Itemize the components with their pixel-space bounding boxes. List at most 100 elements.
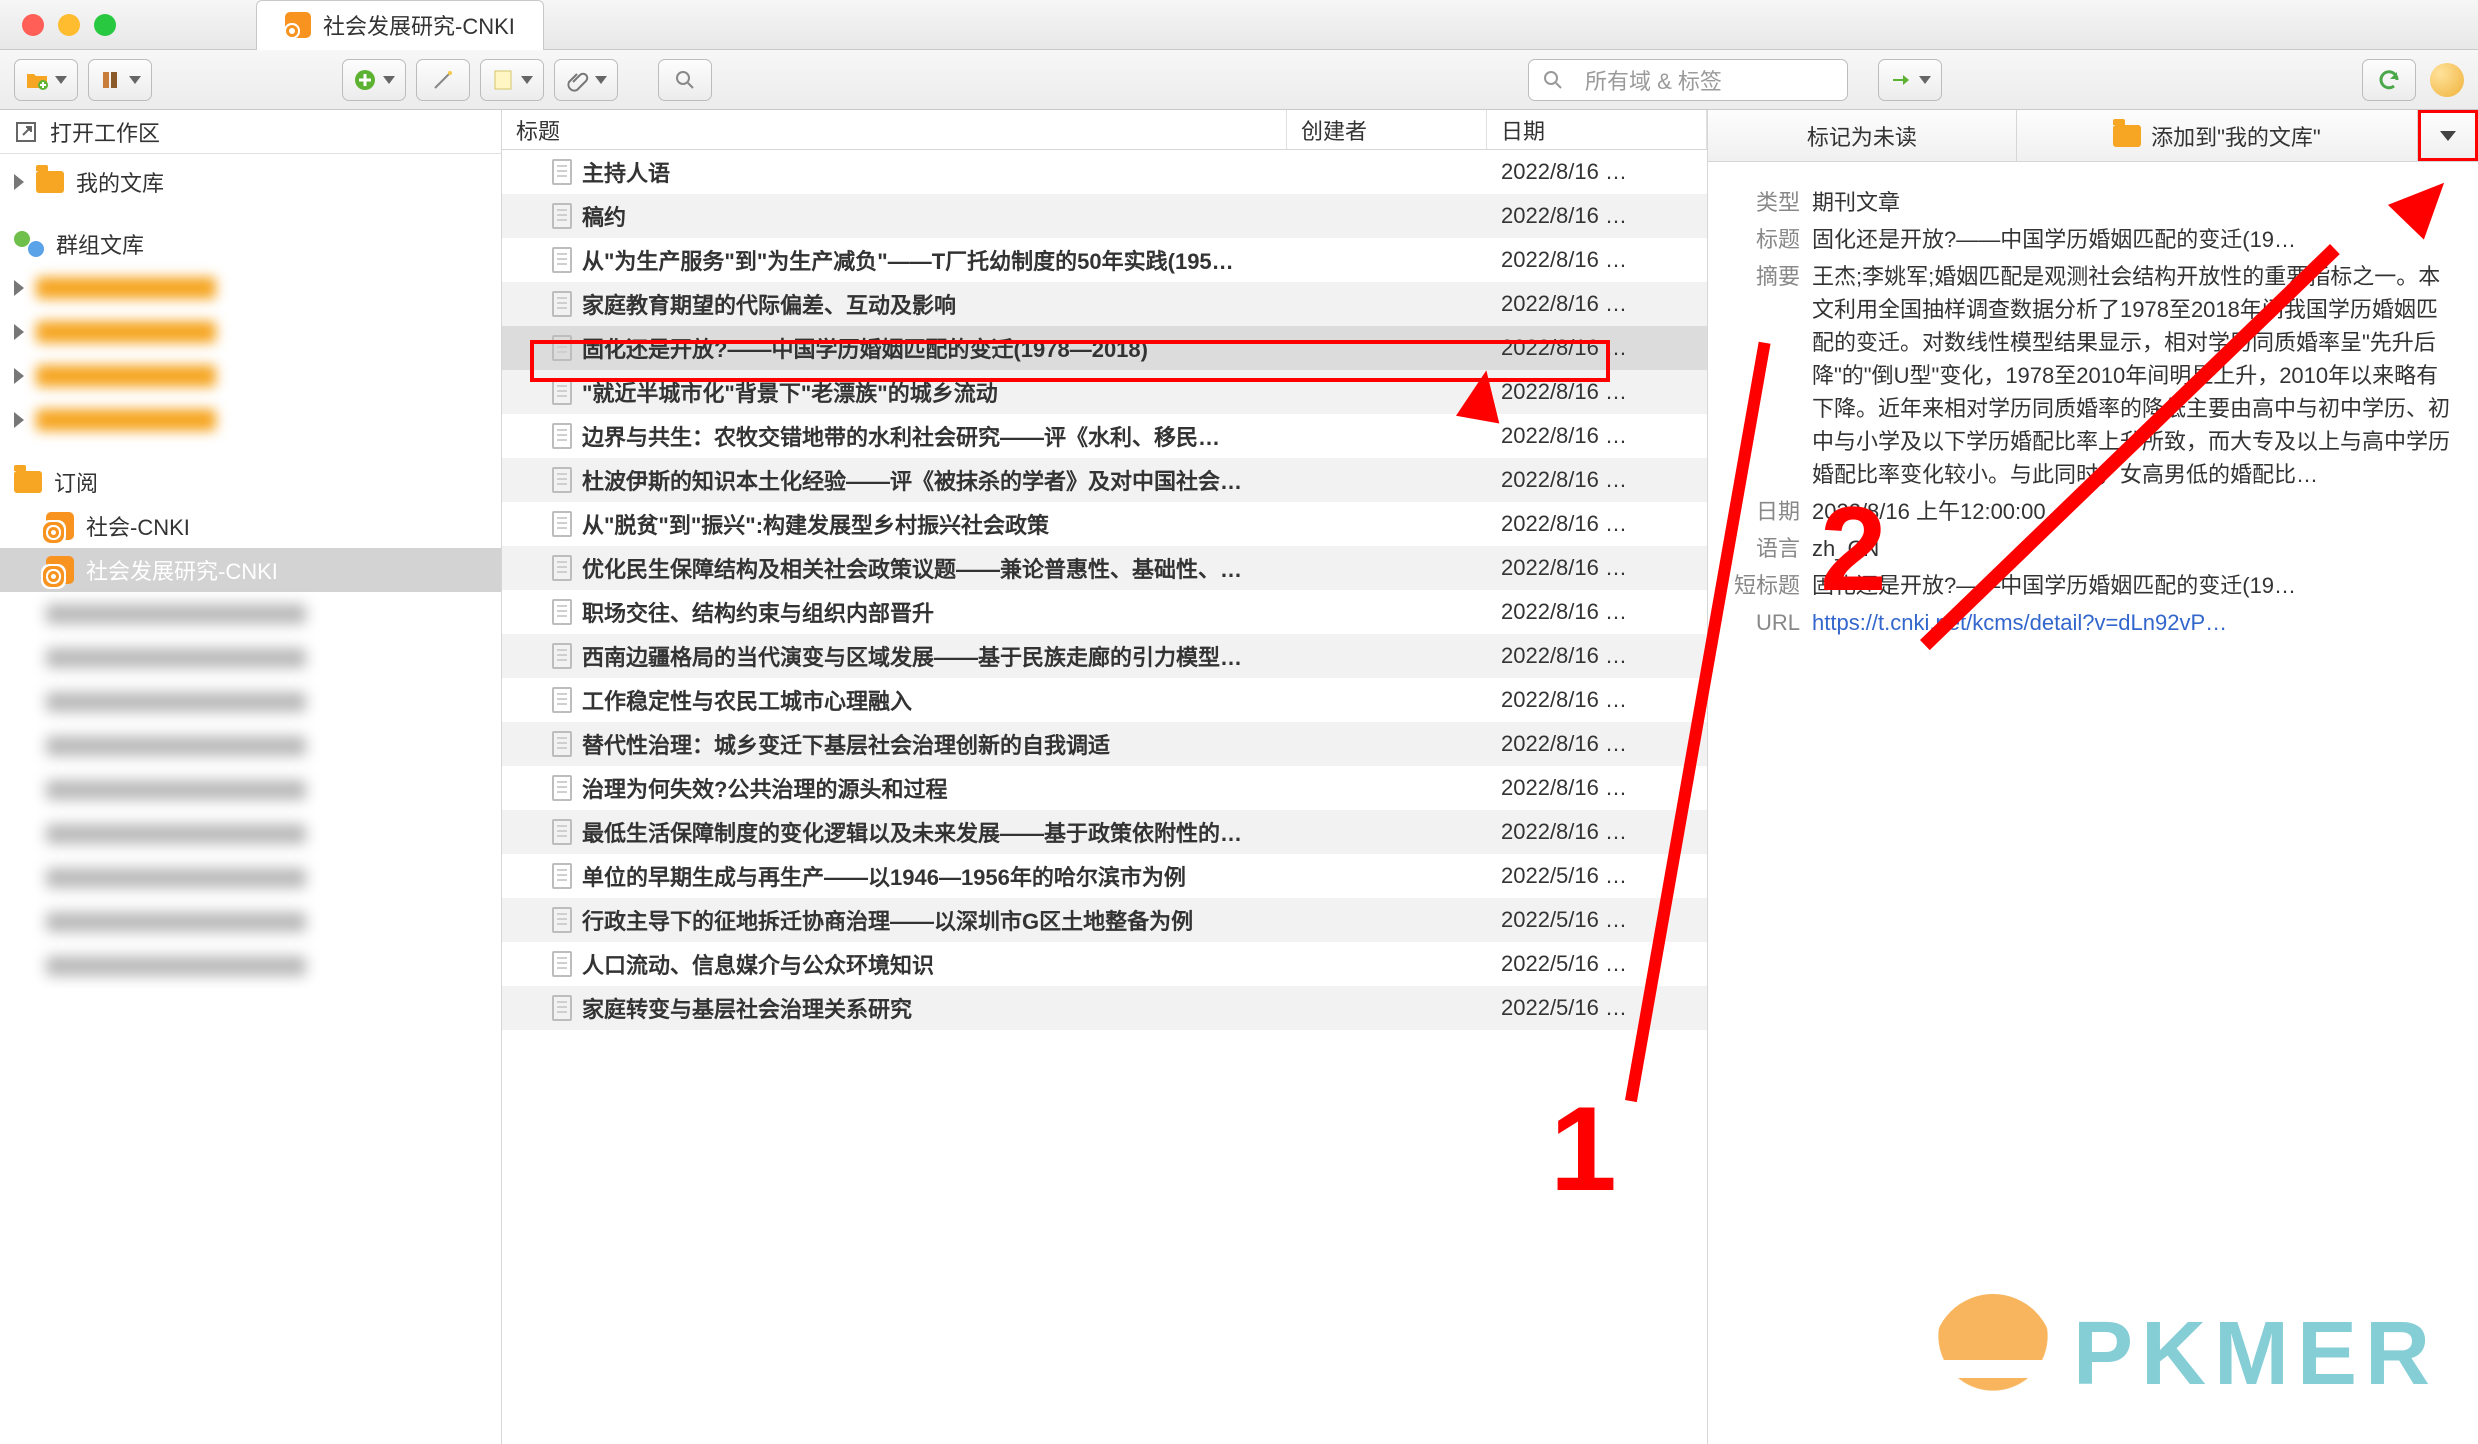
item-date: 2022/8/16 …: [1487, 159, 1707, 185]
item-row[interactable]: 边界与共生：农牧交错地带的水利社会研究——评《水利、移民… 2022/8/16 …: [502, 414, 1707, 458]
feed-item-row[interactable]: [0, 592, 501, 636]
meta-value-abstract[interactable]: 王杰;李姚军;婚姻匹配是观测社会结构开放性的重要指标之一。本文利用全国抽样调查数…: [1812, 260, 2454, 491]
mark-unread-label: 标记为未读: [1807, 120, 1917, 152]
new-item-button[interactable]: [342, 59, 406, 101]
item-title: 稿约: [582, 200, 626, 232]
advanced-search-button[interactable]: [658, 59, 712, 101]
disclosure-triangle-icon[interactable]: [14, 412, 24, 428]
new-group-button[interactable]: [88, 59, 152, 101]
column-title[interactable]: 标题: [502, 110, 1287, 149]
item-row[interactable]: 职场交往、结构约束与组织内部晋升2022/8/16 …: [502, 590, 1707, 634]
item-row[interactable]: 家庭教育期望的代际偏差、互动及影响2022/8/16 …: [502, 282, 1707, 326]
open-workspace-row[interactable]: 打开工作区: [0, 110, 501, 154]
column-creator[interactable]: 创建者: [1287, 110, 1487, 149]
item-row[interactable]: 最低生活保障制度的变化逻辑以及未来发展——基于政策依附性的…2022/8/16 …: [502, 810, 1707, 854]
item-row[interactable]: 固化还是开放?——中国学历婚姻匹配的变迁(1978—2018)2022/8/16…: [502, 326, 1707, 370]
item-row[interactable]: 家庭转变与基层社会治理关系研究2022/5/16 …: [502, 986, 1707, 1030]
feed-item-row[interactable]: [0, 724, 501, 768]
document-icon: [552, 247, 572, 273]
item-row[interactable]: "就近半城市化"背景下"老漂族"的城乡流动2022/8/16 …: [502, 370, 1707, 414]
close-window-button[interactable]: [22, 14, 44, 36]
blurred-label: [36, 365, 216, 387]
meta-value-type[interactable]: 期刊文章: [1812, 186, 2454, 219]
document-icon: [552, 599, 572, 625]
item-date: 2022/8/16 …: [1487, 775, 1707, 801]
group-library-row[interactable]: [0, 310, 501, 354]
meta-value-url[interactable]: https://t.cnki.net/kcms/detail?v=dLn92vP…: [1812, 606, 2454, 639]
window-titlebar: 社会发展研究-CNKI: [0, 0, 2478, 50]
document-icon: [552, 423, 572, 449]
mark-unread-button[interactable]: 标记为未读: [1708, 110, 2017, 161]
feed-item-row[interactable]: [0, 636, 501, 680]
add-to-library-dropdown[interactable]: [2418, 110, 2478, 161]
feed-item-row[interactable]: [0, 856, 501, 900]
document-icon: [552, 819, 572, 845]
new-note-button[interactable]: [480, 59, 544, 101]
add-to-library-button[interactable]: 添加到"我的文库": [2017, 110, 2418, 161]
item-row[interactable]: 替代性治理：城乡变迁下基层社会治理创新的自我调适2022/8/16 …: [502, 722, 1707, 766]
group-libraries-row[interactable]: 群组文库: [0, 222, 501, 266]
item-row[interactable]: 从"为生产服务"到"为生产减负"——T厂托幼制度的50年实践(195…2022/…: [502, 238, 1707, 282]
feed-item-row[interactable]: [0, 812, 501, 856]
item-row[interactable]: 主持人语2022/8/16 …: [502, 150, 1707, 194]
meta-label-language: 语言: [1732, 532, 1812, 565]
meta-value-short-title[interactable]: 固化还是开放?——中国学历婚姻匹配的变迁(19…: [1812, 569, 2454, 602]
item-row[interactable]: 单位的早期生成与再生产——以1946—1956年的哈尔滨市为例2022/5/16…: [502, 854, 1707, 898]
plugin-icon[interactable]: [2430, 63, 2464, 97]
sync-button[interactable]: [2362, 59, 2416, 101]
my-library-row[interactable]: 我的文库: [0, 160, 501, 204]
folder-plus-icon: [25, 68, 49, 92]
group-library-row[interactable]: [0, 266, 501, 310]
minimize-window-button[interactable]: [58, 14, 80, 36]
item-date: 2022/8/16 …: [1487, 687, 1707, 713]
quick-search-field[interactable]: 所有域 & 标签: [1528, 59, 1848, 101]
feed-tab-label: 社会发展研究-CNKI: [323, 9, 515, 41]
item-row[interactable]: 优化民生保障结构及相关社会政策议题——兼论普惠性、基础性、… 2022/8/16 …: [502, 546, 1707, 590]
add-by-identifier-button[interactable]: [416, 59, 470, 101]
item-title: 固化还是开放?——中国学历婚姻匹配的变迁(1978—2018): [582, 332, 1148, 364]
item-title: 优化民生保障结构及相关社会政策议题——兼论普惠性、基础性、…: [582, 552, 1242, 584]
document-icon: [552, 775, 572, 801]
item-row[interactable]: 行政主导下的征地拆迁协商治理——以深圳市G区土地整备为例2022/5/16 …: [502, 898, 1707, 942]
item-row[interactable]: 稿约2022/8/16 …: [502, 194, 1707, 238]
add-attachment-button[interactable]: [554, 59, 618, 101]
new-collection-button[interactable]: [14, 59, 78, 101]
document-icon: [552, 379, 572, 405]
meta-value-language[interactable]: zh_CN: [1812, 532, 2454, 565]
group-library-row[interactable]: [0, 398, 501, 442]
disclosure-triangle-icon[interactable]: [14, 280, 24, 296]
disclosure-triangle-icon[interactable]: [14, 324, 24, 340]
maximize-window-button[interactable]: [94, 14, 116, 36]
items-pane: 标题 创建者 日期 主持人语2022/8/16 …稿约2022/8/16 …从"…: [502, 110, 1708, 1444]
feed-item-row[interactable]: [0, 768, 501, 812]
feed-tab[interactable]: 社会发展研究-CNKI: [256, 0, 544, 50]
chevron-down-icon: [1919, 76, 1931, 84]
feed-item-row[interactable]: [0, 900, 501, 944]
locate-button[interactable]: [1878, 59, 1942, 101]
feed-item-row[interactable]: 社会-CNKI: [0, 504, 501, 548]
rss-icon: [46, 556, 74, 584]
item-date: 2022/8/16 …: [1487, 555, 1707, 581]
feed-item-row[interactable]: [0, 944, 501, 988]
disclosure-triangle-icon[interactable]: [14, 174, 24, 190]
document-icon: [552, 643, 572, 669]
search-placeholder: 所有域 & 标签: [1585, 64, 1722, 96]
document-icon: [552, 511, 572, 537]
item-row[interactable]: 治理为何失效?公共治理的源头和过程2022/8/16 …: [502, 766, 1707, 810]
item-row[interactable]: 人口流动、信息媒介与公众环境知识2022/5/16 …: [502, 942, 1707, 986]
feed-item-row[interactable]: [0, 680, 501, 724]
feeds-header-row[interactable]: 订阅: [0, 460, 501, 504]
column-date[interactable]: 日期: [1487, 110, 1707, 149]
document-icon: [552, 731, 572, 757]
item-row[interactable]: 杜波伊斯的知识本土化经验——评《被抹杀的学者》及对中国社会…2022/8/16 …: [502, 458, 1707, 502]
meta-value-date[interactable]: 2022/8/16 上午12:00:00: [1812, 495, 2454, 528]
item-row[interactable]: 工作稳定性与农民工城市心理融入2022/8/16 …: [502, 678, 1707, 722]
meta-value-title[interactable]: 固化还是开放?——中国学历婚姻匹配的变迁(19…: [1812, 223, 2454, 256]
feed-item-row[interactable]: 社会发展研究-CNKI: [0, 548, 501, 592]
disclosure-triangle-icon[interactable]: [14, 368, 24, 384]
item-date: 2022/8/16 …: [1487, 423, 1707, 449]
group-library-row[interactable]: [0, 354, 501, 398]
item-row[interactable]: 从"脱贫"到"振兴":构建发展型乡村振兴社会政策2022/8/16 …: [502, 502, 1707, 546]
item-row[interactable]: 西南边疆格局的当代演变与区域发展——基于民族走廊的引力模型…2022/8/16 …: [502, 634, 1707, 678]
item-title: 边界与共生：农牧交错地带的水利社会研究——评《水利、移民…: [582, 420, 1220, 452]
